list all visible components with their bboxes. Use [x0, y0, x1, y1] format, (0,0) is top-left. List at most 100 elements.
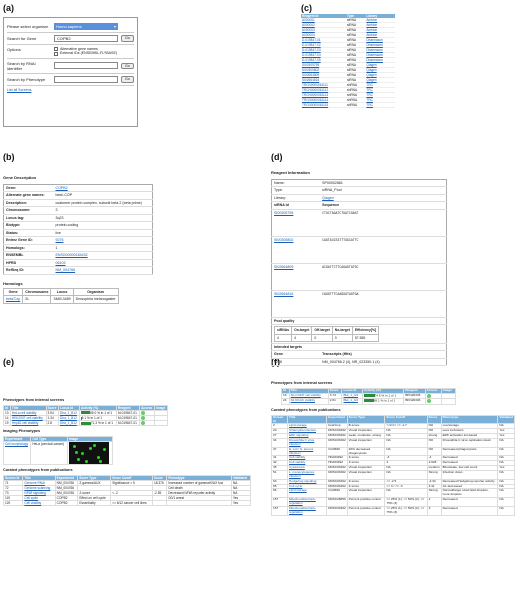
reagent-id-link[interactable]: D-019847-04 — [302, 53, 321, 57]
reagent-id-link[interactable]: TRCN0000061114 — [302, 98, 328, 102]
access-icon[interactable] — [141, 416, 146, 421]
library-link[interactable]: Qiagen — [366, 68, 376, 72]
library-link[interactable]: TRC — [366, 103, 373, 107]
locus-link[interactable]: Dha_1_B12 — [60, 411, 77, 415]
sirna-id-link[interactable]: SI02664816 — [274, 292, 293, 296]
curated-cell: NA — [499, 488, 504, 493]
library-link[interactable]: Ambion — [366, 18, 377, 22]
curated-cell[interactable]: Chlamydia infection — [289, 428, 316, 432]
curated-cell[interactable]: Cell cycle — [24, 496, 38, 500]
reagent-id-link[interactable]: SI00305795 — [302, 63, 319, 67]
homolog-cell[interactable]: beta'Cop — [6, 297, 20, 301]
library-link[interactable]: TRC — [366, 88, 373, 92]
library-link[interactable]: Ambion — [366, 33, 377, 37]
library-link[interactable]: TRC — [366, 83, 373, 87]
reagent-id-link[interactable]: A000003 — [302, 28, 315, 32]
locus-link[interactable]: Dha_1_B12 — [60, 421, 77, 425]
locus-link[interactable]: Dha_1_B12 — [60, 416, 77, 420]
sirna-id-link[interactable]: SI02664809 — [274, 265, 293, 269]
curated-cell[interactable]: Hedgehog signaling — [289, 479, 316, 483]
curated-cell[interactable]: Cell viability — [24, 501, 41, 505]
reagent-id-link[interactable]: A000004 — [302, 33, 315, 37]
access-icon[interactable] — [141, 421, 146, 426]
library-link[interactable]: Dharmacon — [366, 38, 382, 42]
reagent-id-link[interactable]: SI02664816 — [302, 78, 319, 82]
library-link[interactable]: TRC — [366, 98, 373, 102]
sirna-id-link[interactable]: SI00305802 — [274, 238, 293, 242]
access-icon[interactable] — [426, 399, 431, 404]
curated-cell: NA — [499, 483, 504, 488]
curated-cell[interactable]: Cytokinesis — [289, 465, 305, 469]
library-link[interactable]: Qiagen — [366, 63, 376, 67]
screen-title-link[interactable]: S2 DCAC viability — [291, 398, 315, 402]
library-link[interactable]: Qiagen — [366, 73, 376, 77]
library-link[interactable]: Qiagen — [366, 78, 376, 82]
gene-search-input[interactable]: COPB2 — [54, 35, 118, 42]
curated-cell[interactable]: NFkB signaling — [24, 491, 45, 495]
screen-title-link[interactable]: HEK293T cell viability — [12, 416, 43, 420]
library-link[interactable]: Dharmacon — [366, 58, 382, 62]
pool-cell: 0 — [311, 333, 333, 342]
locus-link[interactable]: Bkk_1_G9 — [343, 398, 357, 402]
reagent-id-link[interactable]: A000002 — [302, 23, 315, 27]
gene-field-value[interactable]: 9276 — [56, 238, 64, 242]
library-link[interactable]: Ambion — [366, 28, 377, 32]
organism-select[interactable]: Homo sapiens ▾ — [54, 23, 118, 30]
library-link[interactable]: TRC — [366, 93, 373, 97]
external-ids-checkbox[interactable] — [54, 51, 58, 56]
curated-cell[interactable]: ERK signaling — [289, 433, 308, 437]
rnai-search-input[interactable] — [54, 62, 118, 70]
gene-go-button[interactable]: Go — [121, 35, 134, 42]
gene-field-value[interactable]: 06103 — [56, 261, 66, 265]
curated-cell: 18.376 — [153, 480, 164, 485]
reagent-id-link[interactable]: SI02664809 — [302, 73, 319, 77]
alt-names-checkbox[interactable] — [54, 47, 58, 52]
gene-field-label: RefSeq ID: — [3, 266, 54, 275]
screen-title-link[interactable]: Hep62 cell viability — [12, 421, 38, 425]
locus-link[interactable]: Bkk_1_G9 — [343, 393, 357, 397]
reagent-field-value[interactable]: Qiagen — [322, 196, 334, 200]
gene-field-label: Status: — [3, 229, 54, 238]
cell-morphology-link[interactable]: Cell morphology — [5, 442, 28, 446]
curated-cell[interactable]: E. coli / S. aureus infection — [289, 447, 313, 455]
sirna-id-link[interactable]: SI00305795 — [274, 211, 293, 215]
reagent-id-link[interactable]: A000001 — [302, 18, 315, 22]
library-link[interactable]: Dharmacon — [366, 43, 382, 47]
access-icon[interactable] — [426, 393, 431, 398]
curated-cell[interactable]: Genome scanning — [24, 486, 50, 490]
reagent-id-link[interactable]: D-019847-01 — [302, 38, 321, 42]
list-all-screens-link[interactable]: List all Screens — [7, 88, 31, 92]
access-icon[interactable] — [141, 410, 146, 415]
curated-cell[interactable]: Cell viability — [289, 455, 305, 459]
gene-field-value[interactable]: COPB2 — [56, 186, 68, 190]
reagent-id-link[interactable]: D-019847-02 — [302, 43, 321, 47]
curated-cell[interactable]: Lipid storage — [289, 488, 307, 492]
library-link[interactable]: Dharmacon — [366, 53, 382, 57]
screen-title-link[interactable]: HeLa cell viability — [12, 411, 37, 415]
phenotype-go-button[interactable]: Go — [121, 76, 134, 83]
curated-cell[interactable]: L. monocytogenes infection — [289, 470, 314, 478]
library-link[interactable]: Ambion — [366, 23, 377, 27]
curated-cell[interactable]: Mitochondrial Ca2+ regulation — [289, 506, 316, 514]
curated-cell: 65 — [273, 483, 277, 488]
reagent-id-link[interactable]: TRCN0000061112 — [302, 88, 328, 92]
reagent-id-link[interactable]: SI00305802 — [302, 68, 319, 72]
rnai-go-button[interactable]: Go — [121, 62, 134, 70]
gene-field-value[interactable]: ENSG00000184432 — [56, 253, 88, 257]
curated-cell[interactable]: Genome RNAi — [24, 481, 45, 485]
phenotype-search-input[interactable] — [54, 75, 118, 83]
curated-cell[interactable]: Mitochondrial Ca2+ regulation — [289, 497, 316, 505]
reagent-id-link[interactable]: TRCN0000061113 — [302, 93, 328, 97]
gene-field-value[interactable]: NM_004766 — [56, 268, 76, 272]
curated-cell[interactable]: Drosophila C virus infection — [289, 438, 314, 446]
microscopy-image[interactable] — [68, 441, 109, 464]
reagent-id-link[interactable]: D-019847-03 — [302, 48, 321, 52]
curated-cell[interactable]: Lipid storage — [289, 423, 307, 427]
reagent-id-link[interactable]: D-019847-05 — [302, 58, 321, 62]
curated-cell[interactable]: Cell viability — [289, 460, 305, 464]
curated-cell[interactable]: Cell cycle — [289, 484, 302, 488]
reagent-id-link[interactable]: TRCN0000061115 — [302, 103, 328, 107]
reagent-id-link[interactable]: TRCN0000061111 — [302, 83, 328, 87]
library-link[interactable]: Dharmacon — [366, 48, 382, 52]
screen-title-link[interactable]: Sp-mGFP cell viability — [291, 393, 321, 397]
